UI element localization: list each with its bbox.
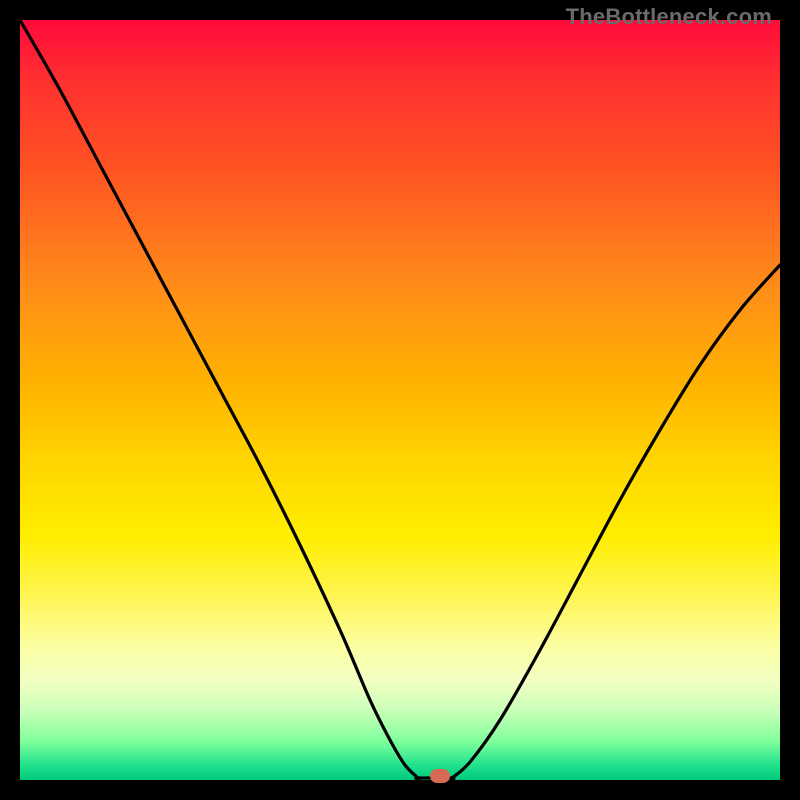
curve-path	[20, 20, 780, 779]
bottleneck-curve	[20, 20, 780, 780]
chart-frame: TheBottleneck.com	[0, 0, 800, 800]
optimal-point-marker	[430, 769, 450, 783]
watermark-text: TheBottleneck.com	[566, 4, 772, 30]
